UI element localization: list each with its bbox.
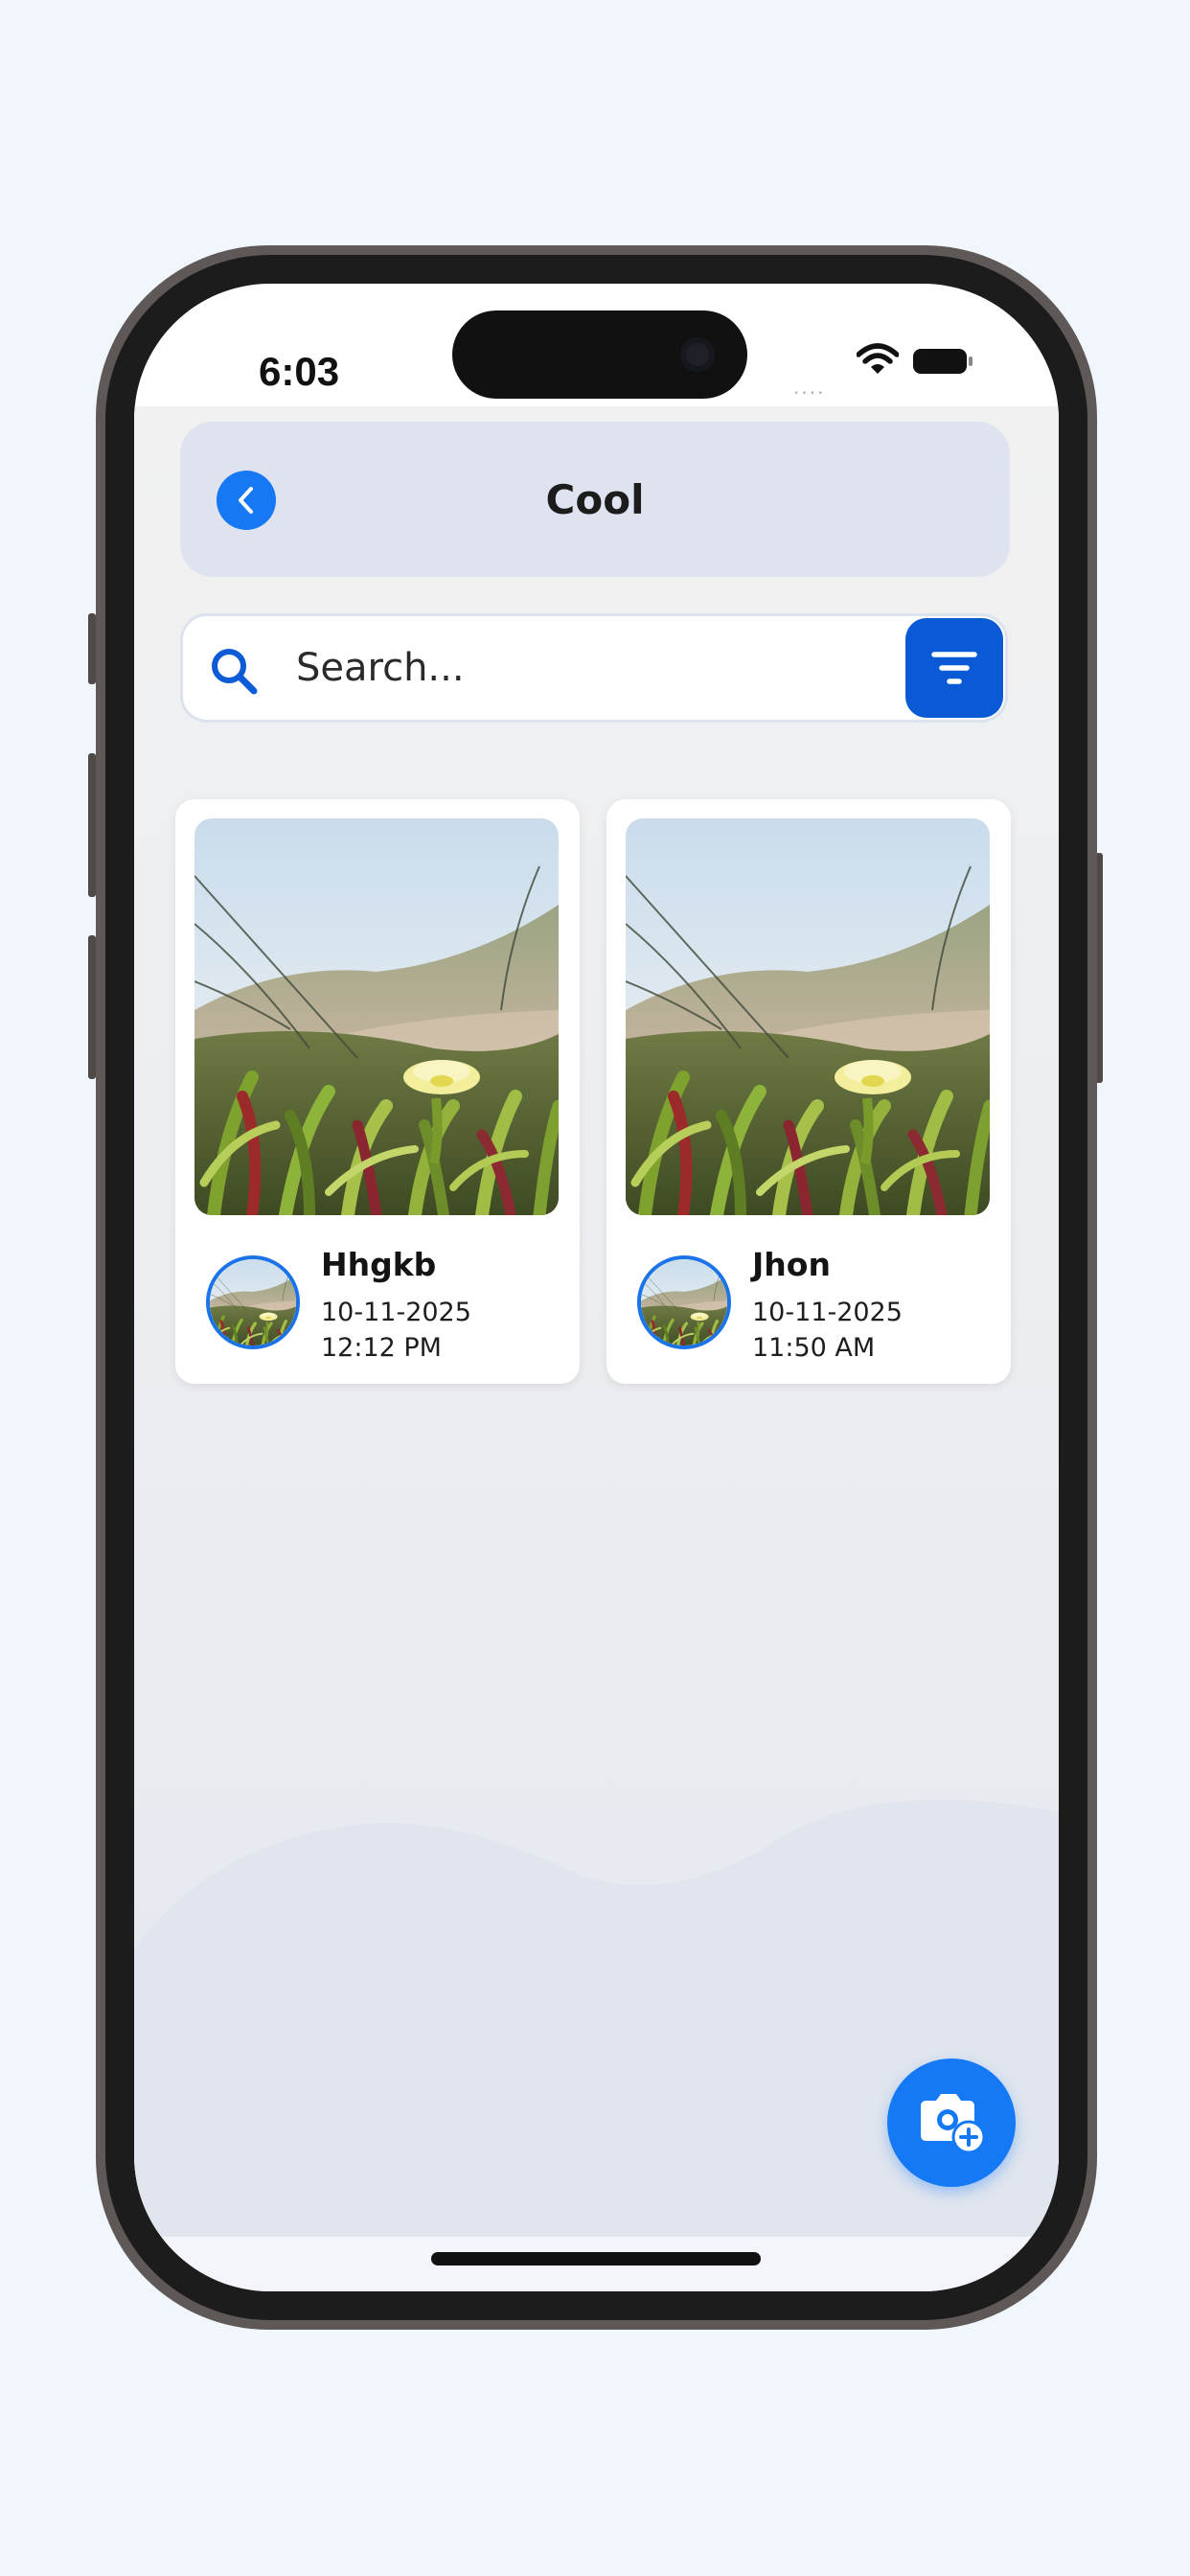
silent-switch: [88, 613, 96, 684]
photo-card[interactable]: Hhgkb 10-11-2025 12:12 PM: [175, 799, 580, 1384]
search-bar: [180, 613, 1008, 723]
battery-icon: [913, 349, 973, 374]
avatar: [206, 1255, 300, 1349]
header-card: Cool: [180, 422, 1010, 577]
phone-screen: 6:03 .... Cool Search... Hhgkb 10-11-202…: [134, 284, 1059, 2291]
phone-frame: 6:03 .... Cool Search... Hhgkb 10-11-202…: [96, 245, 1097, 2330]
volume-down-button: [88, 935, 96, 1079]
search-icon: [212, 649, 258, 695]
camera-add-icon: [921, 2094, 986, 2154]
front-camera-icon: [680, 337, 715, 372]
card-name: Jhon: [752, 1246, 831, 1283]
signal-dots: ....: [793, 376, 826, 399]
phone-bezel: 6:03 .... Cool Search... Hhgkb 10-11-202…: [105, 255, 1087, 2320]
photo-card[interactable]: Jhon 10-11-2025 11:50 AM: [606, 799, 1011, 1384]
app-content: Cool Search... Hhgkb 10-11-2025 12:12 PM…: [134, 406, 1059, 2237]
card-date: 10-11-2025: [752, 1298, 903, 1327]
home-indicator[interactable]: [431, 2252, 761, 2266]
card-photo: [626, 818, 990, 1215]
filter-icon: [931, 652, 977, 684]
card-photo: [195, 818, 559, 1215]
dynamic-island: [452, 310, 747, 399]
add-photo-button[interactable]: [887, 2058, 1016, 2187]
search-input[interactable]: [294, 633, 859, 702]
card-name: Hhgkb: [321, 1246, 437, 1283]
card-date: 10-11-2025: [321, 1298, 471, 1327]
card-time: 12:12 PM: [321, 1333, 442, 1363]
card-time: 11:50 AM: [752, 1333, 876, 1363]
avatar: [637, 1255, 731, 1349]
back-button[interactable]: [217, 471, 276, 530]
volume-up-button: [88, 753, 96, 897]
page-title: Cool: [545, 475, 645, 523]
filter-button[interactable]: [905, 618, 1003, 718]
wifi-icon: [857, 343, 899, 374]
status-time: 6:03: [259, 349, 340, 394]
chevron-left-icon: [239, 487, 253, 514]
